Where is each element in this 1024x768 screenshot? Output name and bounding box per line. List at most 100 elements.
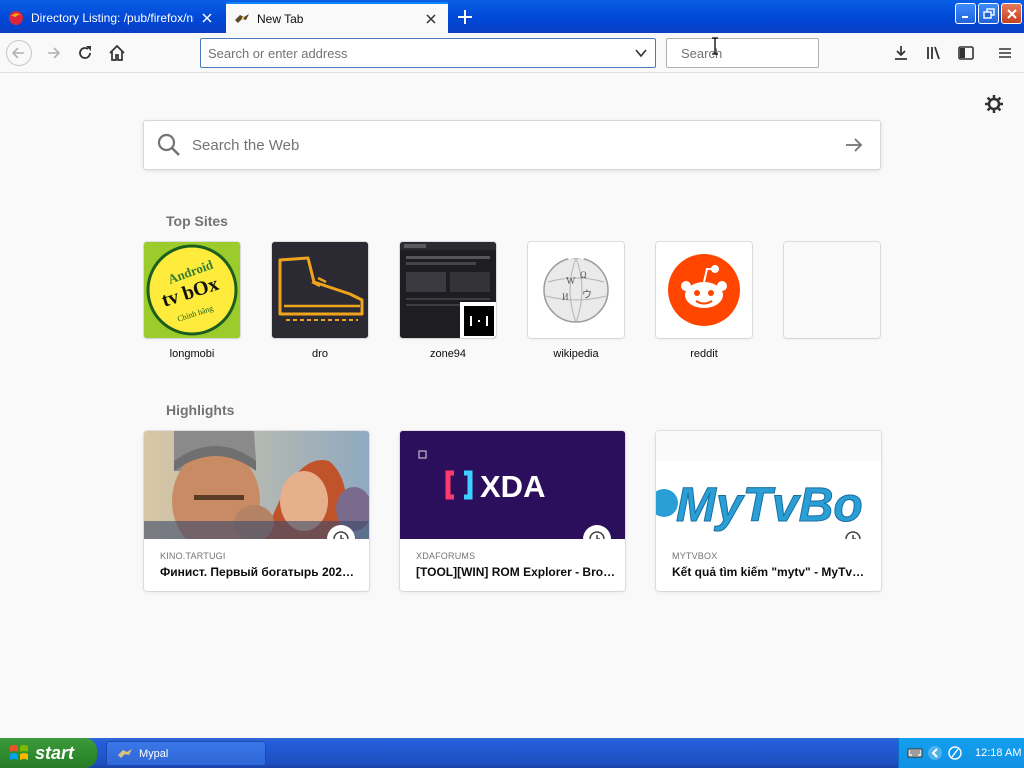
keyboard-icon[interactable]	[907, 745, 923, 761]
card-preview-image: MyTvBo	[656, 431, 881, 539]
hamburger-menu-button[interactable]	[994, 42, 1016, 64]
network-icon[interactable]	[947, 745, 963, 761]
restore-icon	[982, 7, 995, 19]
site-tile[interactable]	[400, 242, 496, 338]
close-icon	[1006, 8, 1017, 19]
tab-label: Directory Listing: /pub/firefox/nig	[31, 10, 194, 25]
card-preview-image: XDA	[400, 431, 625, 539]
top-site-reddit[interactable]: reddit	[656, 242, 752, 360]
top-site-longmobi[interactable]: Android tv bOx Chính hãng longmobi	[144, 242, 240, 360]
start-label: start	[35, 742, 75, 763]
new-tab-plus-icon[interactable]	[455, 7, 475, 27]
highlights-heading: Highlights	[166, 402, 235, 418]
movie-poster-image	[144, 431, 369, 539]
site-tile[interactable]	[656, 242, 752, 338]
site-label: dro	[312, 348, 328, 360]
reload-icon	[79, 46, 91, 59]
sidebar-icon	[958, 46, 974, 60]
minimize-button[interactable]	[955, 3, 976, 24]
card-source: MYTVBOX	[672, 551, 718, 561]
site-tile[interactable]: Android tv bOx Chính hãng	[144, 242, 240, 338]
svg-text:Ω: Ω	[580, 270, 587, 280]
top-site-wikipedia[interactable]: W Ω И ウ wikipedia	[528, 242, 624, 360]
start-button[interactable]: start	[0, 738, 97, 768]
top-site-dro[interactable]: dro	[272, 242, 368, 360]
site-label: wikipedia	[553, 348, 599, 360]
svg-text:XDA: XDA	[480, 469, 545, 504]
navigation-toolbar	[0, 33, 1024, 73]
system-clock[interactable]: 12:18 AM	[975, 747, 1021, 759]
wikipedia-globe-icon: W Ω И ウ	[543, 254, 609, 323]
close-window-button[interactable]	[1001, 3, 1022, 24]
close-tab-icon[interactable]	[424, 12, 438, 26]
site-tile[interactable]	[272, 242, 368, 338]
top-site-zone94[interactable]: zone94	[400, 242, 496, 360]
android-tv-box-logo: Android tv bOx Chính hãng	[144, 242, 240, 338]
web-search-box[interactable]	[143, 120, 881, 170]
site-label: reddit	[690, 348, 718, 360]
back-arrow-icon	[11, 47, 24, 59]
tab-directory-listing[interactable]: Directory Listing: /pub/firefox/nig	[0, 2, 224, 33]
search-bar[interactable]	[666, 38, 857, 68]
forward-button[interactable]	[42, 42, 64, 64]
home-button[interactable]	[106, 42, 128, 64]
home-icon	[109, 44, 125, 61]
tab-strip: Directory Listing: /pub/firefox/nig New …	[0, 0, 1024, 33]
arrow-right-icon[interactable]	[842, 133, 866, 157]
highlight-card-mytvbox[interactable]: MyTvBo MYTVBOX Kết quả tìm kiếm "mytv" -…	[656, 431, 881, 591]
card-title: Финист. Первый богатырь 2023 (фильм)	[160, 565, 360, 579]
svg-text:И: И	[562, 292, 569, 302]
web-search-input[interactable]	[192, 136, 842, 154]
tab-label: New Tab	[257, 11, 304, 26]
svg-text:W: W	[566, 276, 576, 287]
sidebar-button[interactable]	[955, 42, 977, 64]
boot-icon	[272, 242, 368, 338]
svg-text:MyTvBo: MyTvBo	[676, 479, 863, 532]
hamburger-icon	[999, 48, 1011, 58]
zone94-thumbnail	[400, 242, 496, 338]
search-icon	[157, 133, 180, 156]
top-sites-heading: Top Sites	[166, 213, 228, 229]
svg-text:ウ: ウ	[582, 289, 592, 301]
mypal-icon	[235, 13, 249, 23]
xda-logo: XDA	[400, 431, 625, 539]
firefox-icon	[9, 10, 23, 25]
tab-new-tab[interactable]: New Tab	[226, 2, 448, 33]
reddit-alien-icon	[668, 254, 740, 326]
highlight-card-xda[interactable]: XDA XDAFORUMS [TOOL][WIN] ROM Explorer -…	[400, 431, 625, 591]
forward-arrow-icon	[48, 47, 61, 59]
text-cursor-icon	[712, 37, 718, 55]
reload-button[interactable]	[74, 42, 96, 64]
download-icon	[895, 46, 907, 60]
empty-tile	[784, 242, 880, 338]
card-title: Kết quả tìm kiếm "mytv" - MyTvBox	[672, 565, 872, 579]
gear-icon[interactable]	[984, 94, 1004, 114]
highlight-card-kino[interactable]: KINO.TARTUGI Финист. Первый богатырь 202…	[144, 431, 369, 591]
back-button[interactable]	[6, 40, 32, 66]
chevron-left-icon[interactable]	[927, 745, 943, 761]
library-icon	[927, 46, 940, 60]
taskbar-item-mypal[interactable]: Mypal	[106, 741, 266, 766]
downloads-button[interactable]	[890, 42, 912, 64]
card-source: KINO.TARTUGI	[160, 551, 226, 561]
site-tile[interactable]: W Ω И ウ	[528, 242, 624, 338]
mytvbox-logo: MyTvBo	[656, 431, 881, 539]
card-preview-image	[144, 431, 369, 539]
library-button[interactable]	[923, 42, 945, 64]
chevron-down-icon[interactable]	[633, 45, 649, 61]
close-tab-icon[interactable]	[200, 11, 214, 25]
top-site-empty	[784, 242, 880, 348]
windows-taskbar: start Mypal 12:18 AM	[0, 738, 1024, 768]
site-label: zone94	[429, 348, 467, 360]
search-input[interactable]	[681, 45, 857, 61]
url-input[interactable]	[208, 45, 633, 61]
restore-button[interactable]	[978, 3, 999, 24]
address-bar[interactable]	[200, 38, 656, 68]
site-label: longmobi	[169, 348, 215, 360]
system-tray: 12:18 AM	[898, 738, 1024, 768]
card-source: XDAFORUMS	[416, 551, 476, 561]
taskbar-item-label: Mypal	[139, 747, 169, 760]
card-title: [TOOL][WIN] ROM Explorer - Browse Androi…	[416, 565, 616, 579]
mypal-icon	[118, 748, 132, 758]
windows-logo-icon	[10, 745, 28, 760]
